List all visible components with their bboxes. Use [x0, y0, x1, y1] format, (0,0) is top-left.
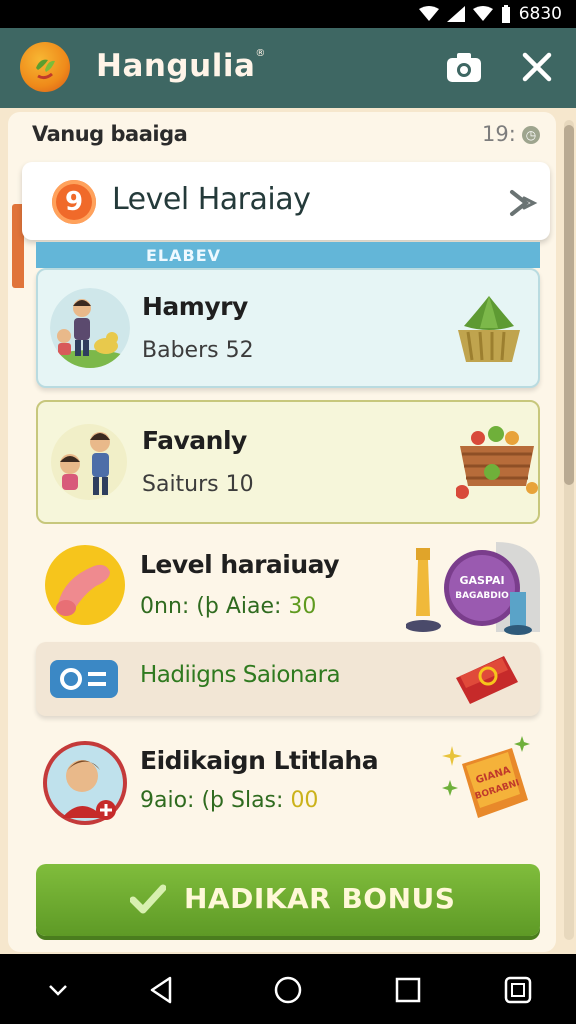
item-subtitle: 9aio: (þ Slas: 00	[140, 788, 319, 813]
gift-box-icon: GIANA BORABNI	[442, 736, 530, 818]
item-subtitle: Babers 52	[142, 338, 254, 363]
toggle-icon	[50, 660, 118, 698]
chevron-down-icon[interactable]	[42, 974, 74, 1006]
boy-avatar	[43, 741, 127, 825]
kids-avatar	[51, 424, 127, 500]
app-logo	[20, 42, 70, 92]
back-icon[interactable]	[146, 974, 178, 1006]
badge-text-1: GASPAI	[459, 574, 504, 587]
navigation-bar	[0, 954, 576, 1024]
app-title: Hangulia®	[96, 48, 266, 84]
chevron-right-icon[interactable]	[508, 188, 538, 218]
level-title: Level Haraiay	[112, 182, 311, 217]
item-title: Hadiigns Saionara	[140, 662, 341, 688]
bonus-button-label: HADIKAR BONUS	[184, 882, 456, 915]
item-title: Hamyry	[142, 292, 248, 321]
wifi-icon	[418, 6, 439, 21]
item-subtitle: Saiturs 10	[142, 472, 254, 497]
ticket-icon	[456, 656, 518, 704]
home-icon[interactable]	[272, 974, 304, 1006]
list-item-hadiigns[interactable]: Hadiigns Saionara	[36, 642, 540, 716]
app-bar: Hangulia®	[0, 28, 576, 108]
leaf-icon	[36, 59, 55, 80]
scrollbar-thumb[interactable]	[564, 125, 574, 485]
level-badge: 9	[52, 180, 96, 224]
subheader-title: Vanug baaiga	[32, 122, 188, 146]
signal-icon	[446, 6, 465, 22]
subheader-count: 19:	[482, 122, 516, 146]
section-label: ELABEV	[146, 246, 222, 265]
status-time: 6830	[518, 4, 562, 24]
list-item-favanly[interactable]: Favanly Saiturs 10	[36, 400, 540, 524]
bonus-button[interactable]: HADIKAR BONUS	[36, 864, 540, 936]
battery-icon	[501, 5, 510, 23]
close-button[interactable]	[520, 50, 554, 84]
hand-avatar	[45, 545, 125, 625]
tower-badge-icon: GASPAI BAGABDIO	[406, 542, 540, 635]
section-strip	[36, 242, 540, 268]
wifi-icon-2	[472, 6, 493, 21]
basket-icon	[456, 426, 538, 499]
recents-icon[interactable]	[392, 974, 424, 1006]
list-item-eidikaign[interactable]: Eidikaign Ltitlaha 9aio: (þ Slas: 00 GIA…	[36, 724, 540, 848]
status-icons: 6830	[418, 4, 562, 24]
cupcake-icon	[458, 296, 520, 362]
list-item-hamyry[interactable]: Hamyry Babers 52	[36, 268, 540, 388]
status-bar: 6830	[0, 0, 576, 28]
badge-text-2: BAGABDIO	[455, 591, 509, 601]
camera-button[interactable]	[446, 52, 482, 84]
list-item-level[interactable]: Level haraiuay 0nn: (þ Aiae: 30 GASPAI B…	[36, 532, 540, 642]
item-title: Favanly	[142, 426, 247, 455]
item-title: Eidikaign Ltitlaha	[140, 746, 379, 775]
item-subtitle: 0nn: (þ Aiae: 30	[140, 594, 317, 619]
level-card[interactable]: 9 Level Haraiay	[22, 162, 550, 240]
family-avatar	[50, 288, 130, 368]
check-icon	[130, 884, 166, 914]
screenshot-icon[interactable]	[502, 974, 534, 1006]
clock-icon: ◷	[522, 126, 540, 144]
item-title: Level haraiuay	[140, 550, 340, 579]
